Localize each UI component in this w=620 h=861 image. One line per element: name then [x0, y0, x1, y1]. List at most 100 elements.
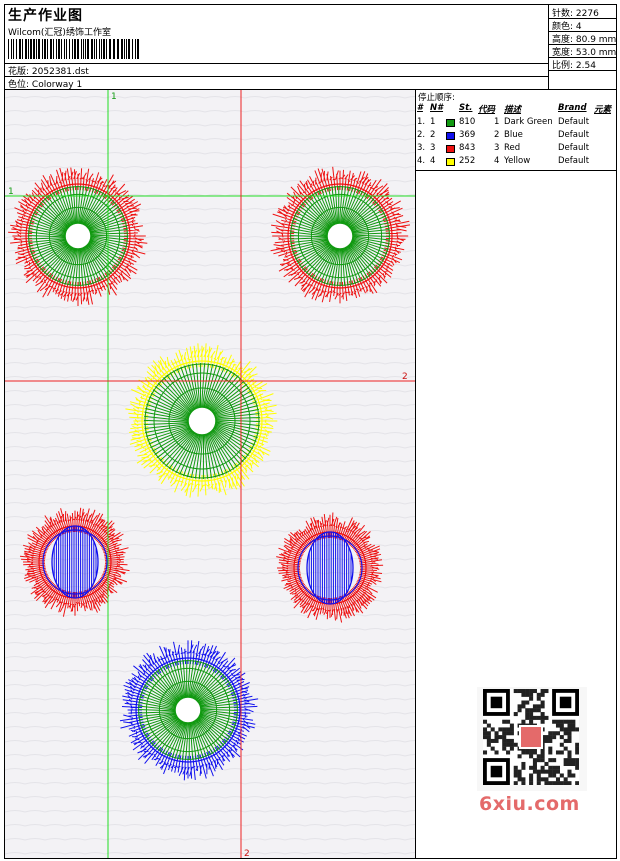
colorway-row: 色位: Colorway 1	[8, 77, 82, 90]
paper-texture	[5, 110, 415, 113]
qr-module	[521, 777, 526, 782]
barcode-bar	[16, 39, 17, 59]
qr-module	[540, 719, 545, 724]
qr-module	[571, 723, 576, 728]
qr-module	[567, 769, 572, 774]
barcode-bar	[117, 39, 119, 59]
qr-module	[544, 735, 549, 740]
paper-texture	[5, 488, 415, 491]
thread-color-swatch	[446, 145, 455, 153]
barcode-bar	[99, 39, 100, 59]
barcode-bar	[22, 39, 23, 59]
qr-module	[567, 781, 572, 785]
qr-module	[555, 765, 560, 770]
qr-module	[525, 692, 530, 697]
qr-module	[525, 708, 530, 713]
barcode-bar	[42, 39, 43, 59]
qr-module	[521, 692, 526, 697]
barcode-bar	[74, 39, 76, 59]
barcode-bar	[87, 39, 89, 59]
barcode-bar	[19, 39, 21, 59]
thread-color-swatch	[446, 158, 455, 166]
red-horizontal-guide-label: 2	[402, 372, 408, 382]
row-index: 3.	[417, 143, 426, 153]
qr-module	[540, 758, 545, 763]
qr-module	[532, 765, 537, 770]
qr-module	[575, 765, 579, 770]
qr-module	[536, 781, 541, 785]
qr-module	[494, 750, 499, 755]
barcode-bar	[121, 39, 123, 59]
col-code: 代码	[478, 105, 496, 115]
qr-module	[486, 731, 491, 736]
qr-module	[513, 689, 518, 694]
flower-outer-ring	[293, 531, 367, 605]
qr-module	[552, 735, 557, 740]
qr-module	[544, 777, 549, 782]
qr-module	[521, 689, 526, 694]
qr-module	[555, 723, 560, 728]
qr-module	[567, 719, 572, 724]
paper-texture	[5, 306, 415, 309]
flower-outer-ring	[38, 525, 112, 599]
qr-module	[540, 754, 545, 759]
row-needle: 2	[430, 130, 436, 140]
design-stats: 针数: 2276 颜色: 4 高度: 80.9 mm 宽度: 53.0 mm 比…	[548, 5, 617, 89]
qr-module	[536, 715, 541, 720]
paper-texture	[5, 768, 415, 771]
qr-module	[548, 765, 553, 770]
qr-module	[552, 765, 557, 770]
qr-module	[575, 742, 579, 747]
barcode-bar	[103, 39, 105, 59]
qr-module	[575, 727, 579, 732]
row-stitches: 369	[459, 130, 476, 140]
design-canvas: 1 1 2 2	[5, 90, 415, 858]
qr-module	[567, 731, 572, 736]
qr-module	[540, 769, 545, 774]
qr-module	[563, 758, 568, 763]
paper-texture	[5, 166, 415, 169]
barcode-bar	[124, 39, 125, 59]
colorway-value: Colorway 1	[31, 80, 83, 90]
qr-module	[559, 742, 564, 747]
qr-module	[563, 727, 568, 732]
qr-module	[521, 781, 526, 785]
row-code: 1	[494, 117, 500, 127]
qr-module	[544, 689, 549, 694]
row-code: 3	[494, 143, 500, 153]
paper-texture	[5, 824, 415, 827]
stop-sequence-row: 2. 2 369 2 Blue Default	[416, 130, 616, 143]
paper-texture	[5, 782, 415, 785]
qr-module	[540, 715, 545, 720]
qr-module	[548, 746, 553, 751]
paper-texture	[5, 642, 415, 645]
qr-module	[486, 738, 491, 743]
qr-module	[540, 704, 545, 709]
qr-module	[555, 731, 560, 736]
qr-module	[567, 750, 572, 755]
qr-module	[575, 781, 579, 785]
qr-module	[517, 773, 522, 778]
qr-module	[532, 761, 537, 766]
divider	[5, 76, 548, 77]
qr-module	[529, 696, 534, 701]
qr-module	[563, 761, 568, 766]
embroidery-design-preview: 1 1 2 2	[5, 90, 416, 858]
qr-module	[548, 781, 553, 785]
paper-texture	[5, 502, 415, 505]
qr-module	[548, 731, 553, 736]
qr-module	[490, 738, 495, 743]
qr-module	[536, 754, 541, 759]
qr-module	[552, 781, 557, 785]
qr-module	[571, 773, 576, 778]
thread-color-swatch	[446, 119, 455, 127]
qr-module	[521, 761, 526, 766]
qr-module	[506, 719, 511, 724]
divider	[549, 70, 617, 71]
qr-module	[513, 712, 518, 717]
qr-module	[502, 719, 507, 724]
barcode-bar	[81, 39, 82, 59]
col-index: #	[417, 103, 423, 113]
qr-module	[532, 769, 537, 774]
barcode-bar	[44, 39, 46, 59]
